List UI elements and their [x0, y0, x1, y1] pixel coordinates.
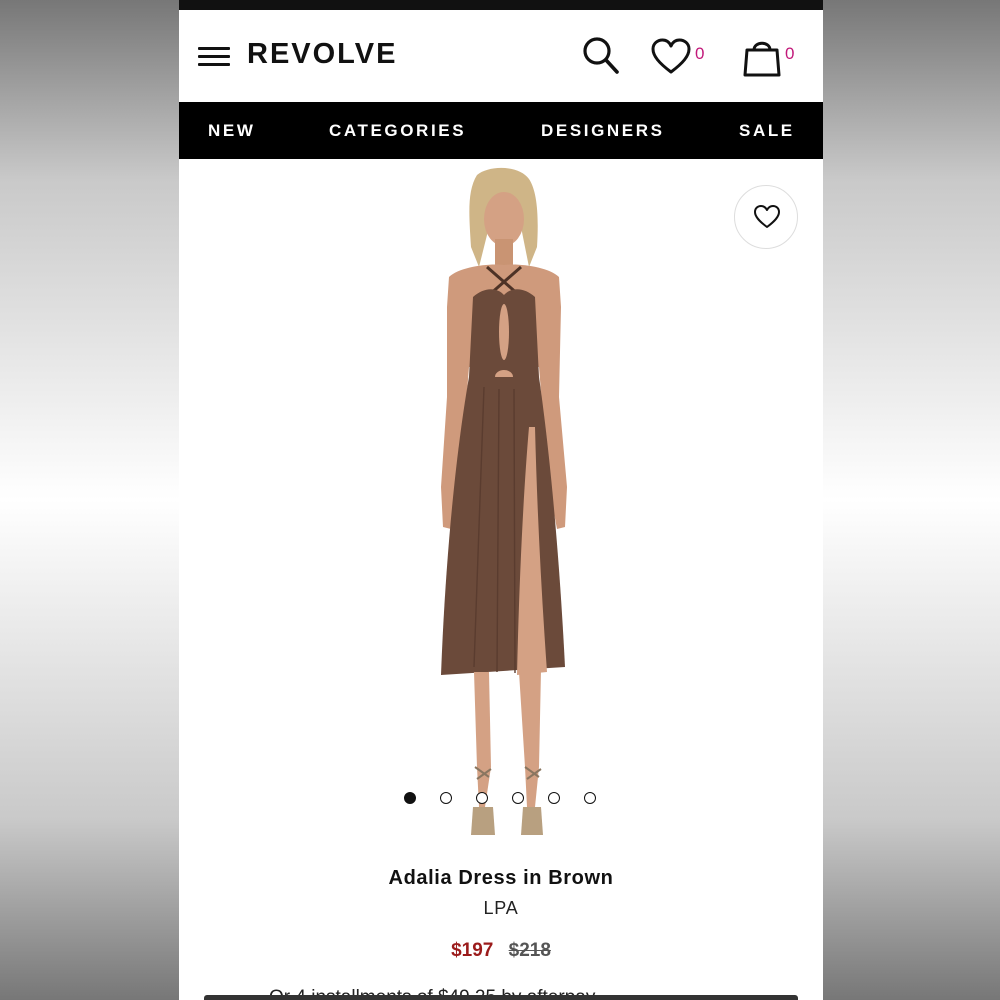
product-title: Adalia Dress in Brown	[388, 867, 614, 889]
left-background	[0, 0, 179, 1000]
price-row: $197 $218	[179, 940, 823, 962]
original-price: $218	[508, 940, 551, 961]
product-image	[441, 167, 567, 835]
nav-item-new[interactable]: NEW	[208, 121, 255, 141]
bottom-toolbar-edge	[204, 995, 798, 1000]
pagination-dot-2[interactable]	[440, 792, 452, 804]
menu-icon[interactable]	[198, 46, 230, 68]
sale-price: $197	[451, 940, 494, 961]
heart-outline-icon	[754, 205, 780, 228]
nav-item-designers[interactable]: DESIGNERS	[541, 121, 665, 141]
pagination-dot-1[interactable]	[404, 792, 416, 804]
image-pagination	[404, 792, 604, 806]
pagination-dot-3[interactable]	[476, 792, 488, 804]
nav-item-sale[interactable]: SALE	[739, 121, 795, 141]
product-gallery[interactable]	[179, 159, 823, 859]
main-nav: NEW CATEGORIES DESIGNERS SALE	[179, 102, 823, 159]
search-icon[interactable]	[582, 36, 620, 76]
add-to-wishlist-button[interactable]	[734, 185, 798, 249]
product-brand-link[interactable]: LPA	[179, 898, 823, 919]
pagination-dot-5[interactable]	[548, 792, 560, 804]
site-logo[interactable]: REVOLVE	[247, 38, 397, 71]
site-header: REVOLVE 0 0	[179, 10, 823, 102]
pagination-dot-4[interactable]	[512, 792, 524, 804]
heart-icon[interactable]	[651, 38, 691, 76]
wishlist-count: 0	[695, 44, 705, 63]
bag-count: 0	[785, 44, 795, 63]
right-background	[823, 0, 1000, 1000]
bag-icon[interactable]	[742, 36, 782, 78]
phone-screen: REVOLVE 0 0 NEW CATEGORIES DESIGNERS SAL…	[179, 0, 823, 1000]
nav-item-categories[interactable]: CATEGORIES	[329, 121, 466, 141]
status-strip	[179, 0, 823, 10]
pagination-dot-6[interactable]	[584, 792, 596, 804]
